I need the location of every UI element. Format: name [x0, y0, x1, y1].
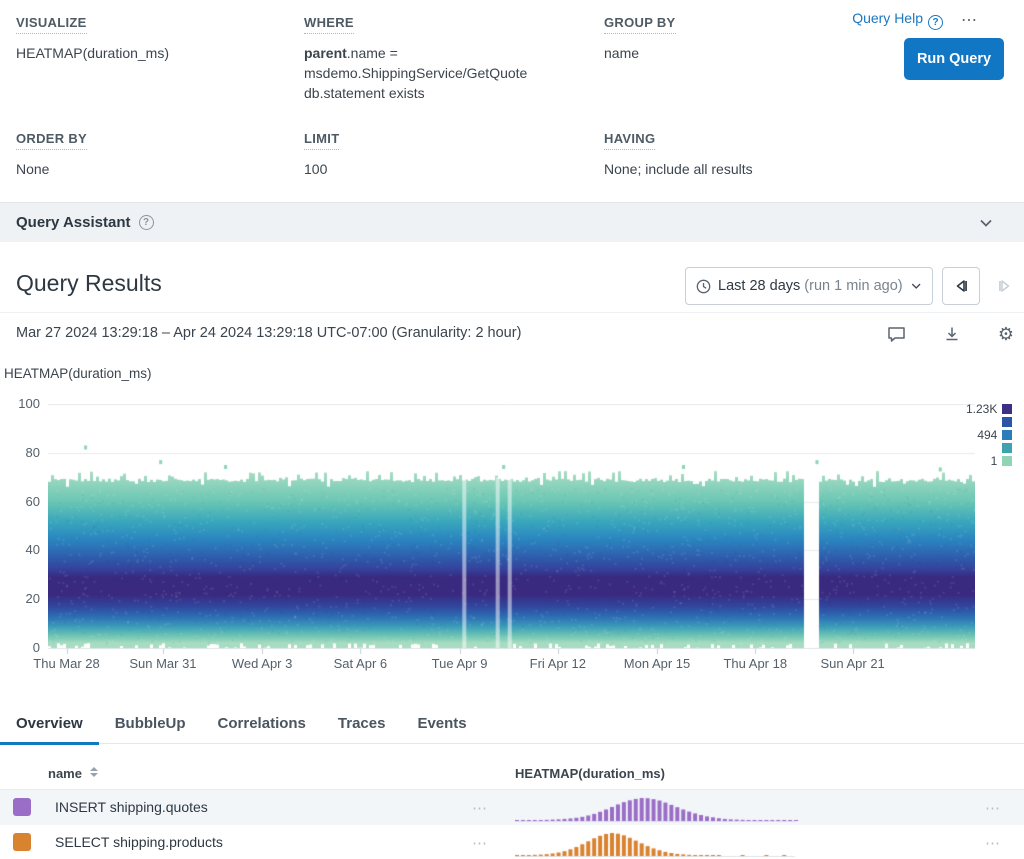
legend-swatch [1002, 404, 1012, 414]
results-divider [0, 312, 1024, 313]
heatmap-canvas[interactable] [48, 404, 975, 656]
y-tick-label: 80 [0, 445, 40, 460]
group-by-section: GROUP BY name [604, 14, 676, 63]
table-header: name HEATMAP(duration_ms) [0, 758, 1024, 790]
heatmap-legend: 1.23K 494 1 [966, 402, 1012, 467]
y-tick-label: 60 [0, 494, 40, 509]
y-tick-label: 40 [0, 542, 40, 557]
row-actions-icon[interactable]: ⋯ [985, 834, 1002, 852]
y-tick-label: 100 [0, 396, 40, 411]
having-value[interactable]: None; include all results [604, 159, 753, 179]
help-icon: ? [928, 15, 943, 30]
where-label: WHERE [304, 15, 354, 34]
group-by-label: GROUP BY [604, 15, 676, 34]
legend-label: 1 [991, 454, 998, 468]
x-tick-label: Sun Apr 21 [807, 656, 899, 671]
query-header-actions: Query Help? ⋯ [852, 10, 979, 30]
legend-label: 494 [977, 428, 997, 442]
order-by-label: ORDER BY [16, 131, 87, 150]
limit-label: LIMIT [304, 131, 339, 150]
legend-swatch [1002, 443, 1012, 453]
download-button[interactable] [940, 322, 964, 346]
legend-swatch [1002, 417, 1012, 427]
query-more-menu-icon[interactable]: ⋯ [961, 10, 979, 30]
where-clause-1[interactable]: parent.name = msdemo.ShippingService/Get… [304, 43, 594, 83]
query-help-label: Query Help [852, 10, 923, 26]
column-header-name[interactable]: name [48, 766, 98, 781]
column-header-heatmap[interactable]: HEATMAP(duration_ms) [515, 766, 665, 781]
results-tabs: Overview BubbleUp Correlations Traces Ev… [0, 706, 1024, 744]
previous-query-button[interactable] [942, 267, 980, 305]
chart-title: HEATMAP(duration_ms) [4, 366, 152, 381]
row-histogram[interactable] [515, 828, 800, 858]
table-row[interactable]: SELECT shipping.products ⋯ ⋯ [0, 825, 1024, 859]
series-color-swatch [13, 798, 31, 816]
arrow-right-to-bar-icon [996, 277, 1014, 295]
time-range-dropdown[interactable]: Last 28 days (run 1 min ago) [685, 267, 933, 305]
tab-bubbleup[interactable]: BubbleUp [99, 706, 202, 744]
row-name: SELECT shipping.products [55, 834, 223, 850]
limit-section: LIMIT 100 [304, 130, 339, 179]
query-assistant-title: Query Assistant [16, 214, 131, 231]
limit-value[interactable]: 100 [304, 159, 339, 179]
y-tick-label: 20 [0, 591, 40, 606]
row-more-icon[interactable]: ⋯ [472, 799, 489, 817]
gear-icon: ⚙ [998, 324, 1014, 345]
x-tick-label: Wed Apr 3 [216, 656, 308, 671]
tab-correlations[interactable]: Correlations [202, 706, 322, 744]
group-by-value[interactable]: name [604, 43, 676, 63]
legend-label: 1.23K [966, 402, 997, 416]
where-section: WHERE parent.name = msdemo.ShippingServi… [304, 14, 594, 103]
chevron-down-icon [910, 279, 922, 293]
query-help-link[interactable]: Query Help? [852, 10, 943, 30]
where-clause-2[interactable]: db.statement exists [304, 83, 594, 103]
run-query-button[interactable]: Run Query [904, 38, 1004, 80]
having-label: HAVING [604, 131, 655, 150]
arrow-left-to-bar-icon [952, 277, 970, 295]
y-tick-label: 0 [0, 640, 40, 655]
sort-icon[interactable] [90, 767, 98, 777]
row-histogram[interactable] [515, 793, 800, 823]
legend-swatch [1002, 456, 1012, 466]
x-tick-label: Mon Apr 15 [611, 656, 703, 671]
comment-icon [887, 325, 906, 343]
order-by-value[interactable]: None [16, 159, 87, 179]
where-clause-field: parent [304, 45, 347, 61]
legend-swatch [1002, 430, 1012, 440]
where-clause-value: msdemo.ShippingService/GetQuote [304, 65, 527, 81]
x-tick-label: Fri Apr 12 [512, 656, 604, 671]
tab-overview[interactable]: Overview [0, 706, 99, 744]
results-title: Query Results [16, 270, 162, 297]
settings-button[interactable]: ⚙ [994, 322, 1018, 346]
visualize-section: VISUALIZE HEATMAP(duration_ms) [16, 14, 169, 63]
where-clause-op: .name = [347, 45, 398, 61]
clock-icon [696, 278, 711, 295]
table-row[interactable]: INSERT shipping.quotes ⋯ ⋯ [0, 790, 1024, 825]
series-color-swatch [13, 833, 31, 851]
heatmap-chart: 0 20 40 60 80 100 Thu Mar 28 Sun Mar 31 Wed Apr… [0, 392, 1024, 682]
x-tick-label: Tue Apr 9 [414, 656, 506, 671]
query-assistant-bar[interactable]: Query Assistant ? [0, 202, 1024, 242]
tab-events[interactable]: Events [401, 706, 482, 744]
having-section: HAVING None; include all results [604, 130, 753, 179]
x-tick-label: Sat Apr 6 [314, 656, 406, 671]
x-tick-label: Sun Mar 31 [117, 656, 209, 671]
x-tick-label: Thu Apr 18 [709, 656, 801, 671]
row-name: INSERT shipping.quotes [55, 799, 208, 815]
query-assistant-chevron-icon[interactable] [978, 215, 994, 231]
query-page: VISUALIZE HEATMAP(duration_ms) WHERE par… [0, 0, 1024, 859]
visualize-value[interactable]: HEATMAP(duration_ms) [16, 43, 169, 63]
visualize-label: VISUALIZE [16, 15, 87, 34]
row-more-icon[interactable]: ⋯ [472, 834, 489, 852]
comment-button[interactable] [884, 322, 908, 346]
order-by-section: ORDER BY None [16, 130, 87, 179]
x-tick-label: Thu Mar 28 [21, 656, 113, 671]
download-icon [943, 325, 961, 343]
query-assistant-help-icon[interactable]: ? [139, 215, 154, 230]
tab-traces[interactable]: Traces [322, 706, 402, 744]
time-window-text: Mar 27 2024 13:29:18 – Apr 24 2024 13:29… [16, 325, 521, 341]
row-actions-icon[interactable]: ⋯ [985, 799, 1002, 817]
time-range-label: Last 28 days (run 1 min ago) [718, 278, 903, 294]
next-query-button[interactable] [986, 267, 1024, 305]
